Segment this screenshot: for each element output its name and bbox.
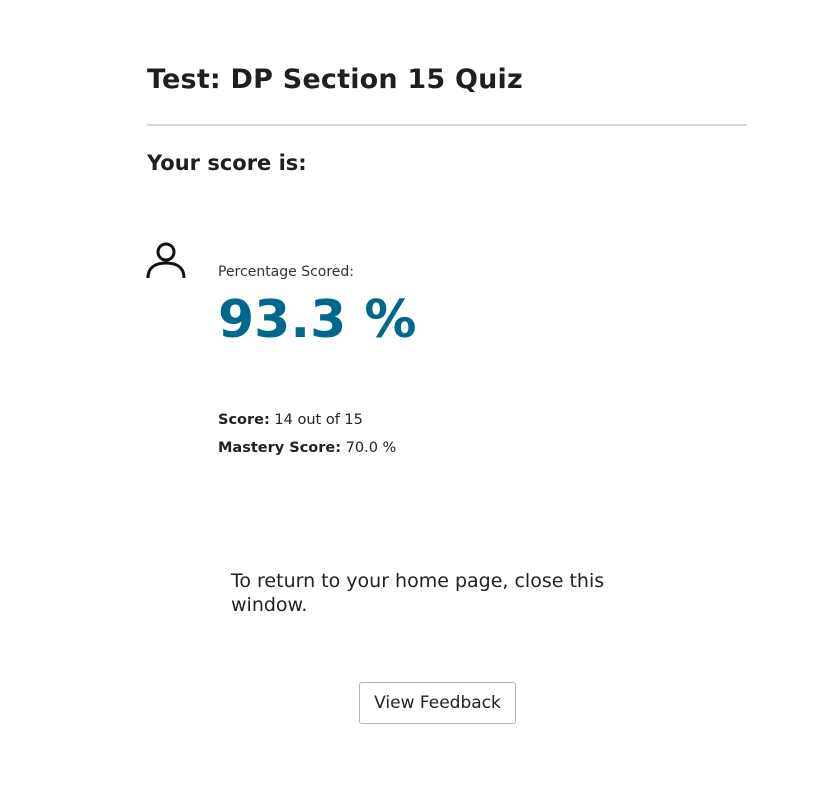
percentage-value: 93.3 % <box>218 290 417 350</box>
score-value: 14 out of 15 <box>274 412 363 428</box>
view-feedback-button[interactable]: View Feedback <box>359 682 516 724</box>
percentage-label: Percentage Scored: <box>218 264 355 280</box>
mastery-line: Mastery Score: 70.0 % <box>218 440 396 456</box>
score-label: Score: <box>218 412 270 428</box>
mastery-label: Mastery Score: <box>218 440 342 456</box>
user-icon <box>146 242 186 279</box>
score-line: Score: 14 out of 15 <box>218 412 363 428</box>
mastery-value: 70.0 % <box>345 440 397 456</box>
page-title: Test: DP Section 15 Quiz <box>147 64 523 95</box>
quiz-result-page: Test: DP Section 15 Quiz Your score is: … <box>0 0 820 792</box>
score-heading: Your score is: <box>147 151 307 175</box>
return-message: To return to your home page, close this … <box>231 570 605 616</box>
title-divider <box>147 124 747 126</box>
